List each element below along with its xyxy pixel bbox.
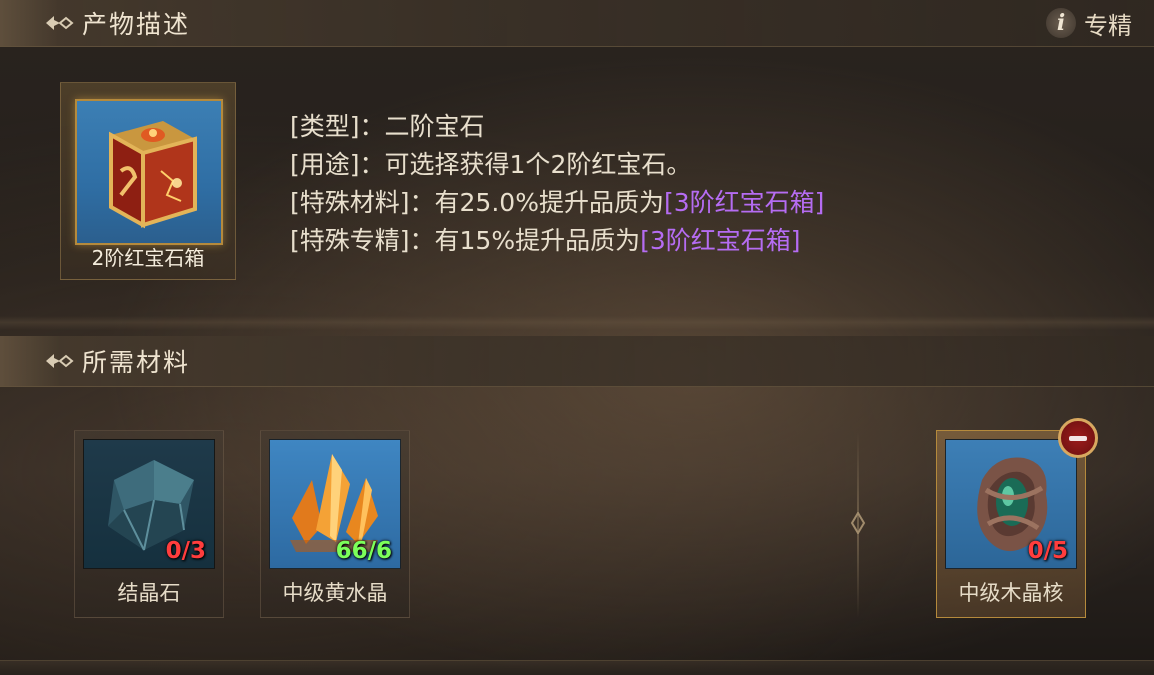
product-icon-frame — [75, 99, 223, 245]
divider-ornament-icon — [850, 512, 866, 534]
red-gem-box-icon — [109, 121, 197, 229]
use-label: [用途] — [290, 150, 360, 179]
material-slot-wood-crystal-core[interactable]: 0/5 中级木晶核 — [936, 430, 1086, 618]
desc-type-line: [类型]：二阶宝石 — [290, 108, 824, 146]
use-value: 可选择获得1个2阶红宝石。 — [384, 150, 692, 179]
mastery-info-button[interactable]: i 专精 — [1046, 6, 1132, 40]
separator: ： — [409, 188, 435, 217]
desc-special-mastery-line: [特殊专精]：有15%提升品质为[3阶红宝石箱] — [290, 222, 824, 260]
special-material-target-link[interactable]: [3阶红宝石箱] — [664, 188, 824, 217]
special-mastery-target-link[interactable]: [3阶红宝石箱] — [640, 226, 800, 255]
product-name: 2阶红宝石箱 — [91, 246, 205, 270]
section-title-product: 产物描述 — [82, 10, 191, 39]
type-value: 二阶宝石 — [384, 112, 485, 141]
separator: ： — [409, 226, 435, 255]
material-name: 中级木晶核 — [958, 581, 1064, 605]
section-title-materials: 所需材料 — [82, 348, 191, 377]
special-material-text: 有25.0%提升品质为 — [434, 188, 664, 217]
separator: ： — [359, 150, 385, 179]
section-divider — [0, 316, 1154, 330]
bottom-border — [0, 660, 1154, 675]
material-count: 0/5 — [1027, 538, 1068, 564]
material-count: 66/6 — [335, 538, 392, 564]
material-count: 0/3 — [165, 538, 206, 564]
material-icon-frame: 66/6 — [269, 439, 401, 569]
desc-use-line: [用途]：可选择获得1个2阶红宝石。 — [290, 146, 824, 184]
mastery-label: 专精 — [1084, 11, 1132, 40]
special-mastery-label: [特殊专精] — [290, 226, 410, 255]
special-mastery-text: 有15%提升品质为 — [434, 226, 641, 255]
materials-section-header: 所需材料 — [0, 336, 1154, 387]
separator: ： — [359, 112, 385, 141]
material-icon-frame: 0/3 — [83, 439, 215, 569]
desc-special-material-line: [特殊材料]：有25.0%提升品质为[3阶红宝石箱] — [290, 184, 824, 222]
material-name: 结晶石 — [117, 581, 181, 605]
material-slot-crystal-stone[interactable]: 0/3 结晶石 — [74, 430, 224, 618]
product-item-slot[interactable]: 2阶红宝石箱 — [60, 82, 236, 280]
special-material-label: [特殊材料] — [290, 188, 410, 217]
product-description: [类型]：二阶宝石 [用途]：可选择获得1个2阶红宝石。 [特殊材料]：有25.… — [290, 108, 824, 260]
material-icon-frame: 0/5 — [945, 439, 1077, 569]
diamond-arrow-icon — [46, 16, 74, 30]
product-section-header: 产物描述 i 专精 — [0, 0, 1154, 47]
material-slot-citrine[interactable]: 66/6 中级黄水晶 — [260, 430, 410, 618]
info-icon: i — [1046, 8, 1076, 38]
material-name: 中级黄水晶 — [282, 581, 388, 605]
type-label: [类型] — [290, 112, 360, 141]
diamond-arrow-icon — [46, 354, 74, 368]
remove-material-button[interactable] — [1058, 418, 1098, 458]
